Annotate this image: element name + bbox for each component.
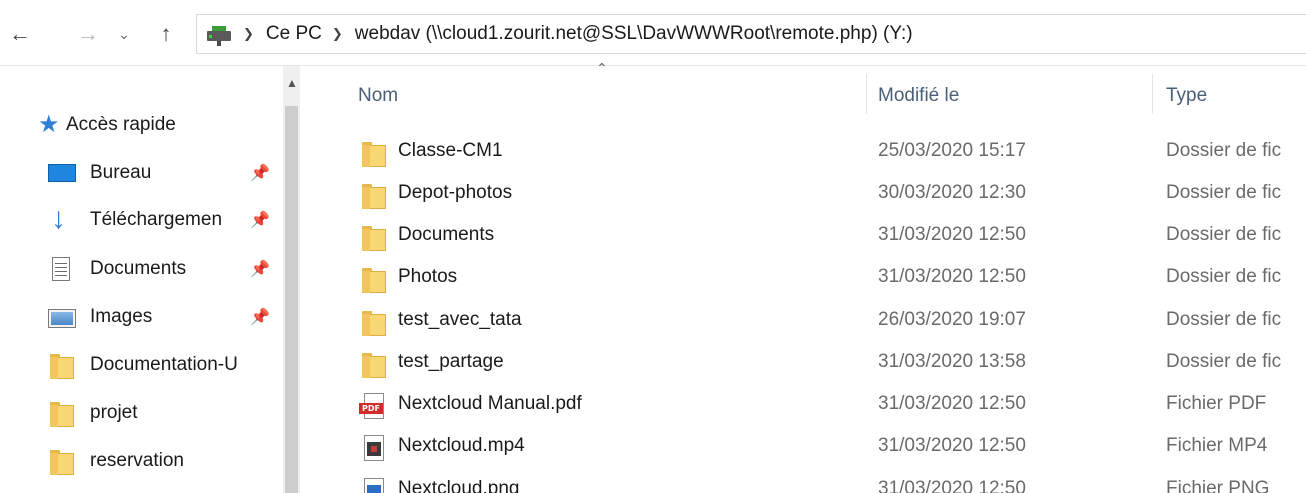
scroll-up-arrow-icon[interactable]: ▲ bbox=[286, 76, 298, 90]
pin-icon[interactable]: 📌 bbox=[250, 259, 270, 279]
up-arrow-icon[interactable]: ↑ bbox=[154, 20, 178, 48]
file-row[interactable]: test_partage 31/03/2020 13:58 Dossier de… bbox=[300, 343, 1306, 385]
recent-locations-chevron-icon[interactable]: ⌄ bbox=[112, 20, 136, 48]
file-type: Dossier de fic bbox=[1166, 140, 1282, 161]
chevron-right-icon[interactable]: ❯ bbox=[332, 26, 343, 42]
file-type: Dossier de fic bbox=[1166, 182, 1282, 203]
folder-icon bbox=[358, 180, 388, 210]
file-type: Dossier de fic bbox=[1166, 309, 1282, 330]
sidebar-item-documentation[interactable]: Documentation-U bbox=[46, 345, 283, 385]
chevron-right-icon[interactable]: ❯ bbox=[243, 26, 254, 42]
folder-icon bbox=[46, 350, 76, 380]
file-name: Depot-photos bbox=[398, 182, 513, 203]
pin-icon[interactable]: 📌 bbox=[250, 210, 270, 230]
images-icon bbox=[46, 302, 76, 332]
file-modified-date: 31/03/2020 12:50 bbox=[878, 393, 1026, 414]
file-type: Fichier PDF bbox=[1166, 393, 1267, 414]
sidebar-item-documents[interactable]: Documents 📌 bbox=[46, 249, 283, 289]
pdf-icon: PDF bbox=[358, 391, 388, 421]
file-name: Nextcloud Manual.pdf bbox=[398, 393, 582, 414]
file-name: Classe-CM1 bbox=[398, 140, 503, 161]
column-divider[interactable] bbox=[866, 74, 867, 114]
address-bar-row: ← → ⌄ ↑ ❯ Ce PC ❯ webdav (\\cloud1.zouri… bbox=[0, 0, 1306, 66]
pin-icon[interactable]: 📌 bbox=[250, 307, 270, 327]
documents-icon bbox=[46, 254, 76, 284]
file-name: Documents bbox=[398, 224, 495, 245]
file-modified-date: 31/03/2020 12:50 bbox=[878, 478, 1026, 493]
file-modified-date: 25/03/2020 15:17 bbox=[878, 140, 1026, 161]
sort-ascending-icon: ⌃ bbox=[596, 60, 608, 76]
file-row[interactable]: Classe-CM1 25/03/2020 15:17 Dossier de f… bbox=[300, 132, 1306, 174]
sidebar-item-label: reservation bbox=[90, 450, 184, 471]
file-row[interactable]: Depot-photos 30/03/2020 12:30 Dossier de… bbox=[300, 174, 1306, 216]
file-row[interactable]: Nextcloud.png 31/03/2020 12:50 Fichier P… bbox=[300, 470, 1306, 493]
sidebar-item-reservation[interactable]: reservation bbox=[46, 441, 283, 481]
address-path-box[interactable]: ❯ Ce PC ❯ webdav (\\cloud1.zourit.net@SS… bbox=[196, 14, 1306, 54]
sidebar-item-quick-access[interactable]: Accès rapide bbox=[36, 105, 319, 145]
column-header-modified[interactable]: Modifié le bbox=[878, 78, 959, 114]
file-type: Fichier PNG bbox=[1166, 478, 1270, 493]
sidebar-item-label: Images bbox=[90, 306, 153, 327]
sidebar-scrollbar[interactable]: ▲ bbox=[283, 66, 300, 493]
breadcrumb-webdav-drive[interactable]: webdav (\\cloud1.zourit.net@SSL\DavWWWRo… bbox=[355, 23, 913, 45]
folder-icon bbox=[358, 222, 388, 252]
folder-icon bbox=[358, 264, 388, 294]
file-row[interactable]: Nextcloud.mp4 31/03/2020 12:50 Fichier M… bbox=[300, 427, 1306, 469]
file-modified-date: 31/03/2020 12:50 bbox=[878, 435, 1026, 456]
sidebar-item-label: Accès rapide bbox=[66, 114, 176, 135]
scrollbar-thumb[interactable] bbox=[285, 106, 298, 493]
file-list-pane: ⌃ Nom Modifié le Type Classe-CM1 25/03/2… bbox=[300, 60, 1306, 493]
file-modified-date: 31/03/2020 12:50 bbox=[878, 266, 1026, 287]
network-drive-icon bbox=[205, 22, 233, 46]
file-name: Photos bbox=[398, 266, 458, 287]
column-divider[interactable] bbox=[1152, 74, 1153, 114]
file-type: Dossier de fic bbox=[1166, 351, 1282, 372]
navigation-pane: Accès rapide Bureau 📌 Téléchargemen 📌 Do… bbox=[0, 66, 300, 493]
file-row[interactable]: Documents 31/03/2020 12:50 Dossier de fi… bbox=[300, 216, 1306, 258]
file-name: Nextcloud.mp4 bbox=[398, 435, 525, 456]
file-row[interactable]: Photos 31/03/2020 12:50 Dossier de fic bbox=[300, 258, 1306, 300]
sidebar-item-label: projet bbox=[90, 402, 138, 423]
breadcrumb-this-pc[interactable]: Ce PC bbox=[266, 23, 322, 45]
download-icon bbox=[46, 202, 76, 236]
sidebar-item-desktop[interactable]: Bureau 📌 bbox=[46, 153, 283, 193]
file-modified-date: 31/03/2020 12:50 bbox=[878, 224, 1026, 245]
folder-icon bbox=[46, 446, 76, 476]
forward-arrow-icon[interactable]: → bbox=[76, 20, 100, 48]
file-type: Fichier MP4 bbox=[1166, 435, 1268, 456]
file-row[interactable]: PDF Nextcloud Manual.pdf 31/03/2020 12:5… bbox=[300, 385, 1306, 427]
sidebar-item-projet[interactable]: projet bbox=[46, 393, 283, 433]
star-icon bbox=[36, 110, 66, 140]
file-type: Dossier de fic bbox=[1166, 266, 1282, 287]
sidebar-item-label: Bureau bbox=[90, 162, 152, 183]
sidebar-item-label: Téléchargemen bbox=[90, 209, 223, 230]
sidebar-item-label: Documentation-U bbox=[90, 354, 238, 375]
sidebar-item-images[interactable]: Images 📌 bbox=[46, 297, 283, 337]
folder-icon bbox=[46, 398, 76, 428]
back-arrow-icon[interactable]: ← bbox=[8, 20, 32, 48]
file-modified-date: 26/03/2020 19:07 bbox=[878, 309, 1026, 330]
folder-icon bbox=[358, 138, 388, 168]
file-modified-date: 31/03/2020 13:58 bbox=[878, 351, 1026, 372]
file-name: test_partage bbox=[398, 351, 504, 372]
file-name: Nextcloud.png bbox=[398, 478, 520, 493]
file-name: test_avec_tata bbox=[398, 309, 522, 330]
image-file-icon bbox=[358, 476, 388, 493]
sidebar-item-label: Documents bbox=[90, 258, 187, 279]
file-row[interactable]: test_avec_tata 26/03/2020 19:07 Dossier … bbox=[300, 301, 1306, 343]
file-type: Dossier de fic bbox=[1166, 224, 1282, 245]
column-header-name[interactable]: Nom bbox=[358, 78, 398, 114]
video-file-icon bbox=[358, 433, 388, 463]
sidebar-item-downloads[interactable]: Téléchargemen 📌 bbox=[46, 200, 283, 240]
file-modified-date: 30/03/2020 12:30 bbox=[878, 182, 1026, 203]
desktop-icon bbox=[46, 158, 76, 188]
folder-icon bbox=[358, 307, 388, 337]
column-header-type[interactable]: Type bbox=[1166, 78, 1207, 114]
pin-icon[interactable]: 📌 bbox=[250, 163, 270, 183]
folder-icon bbox=[358, 349, 388, 379]
